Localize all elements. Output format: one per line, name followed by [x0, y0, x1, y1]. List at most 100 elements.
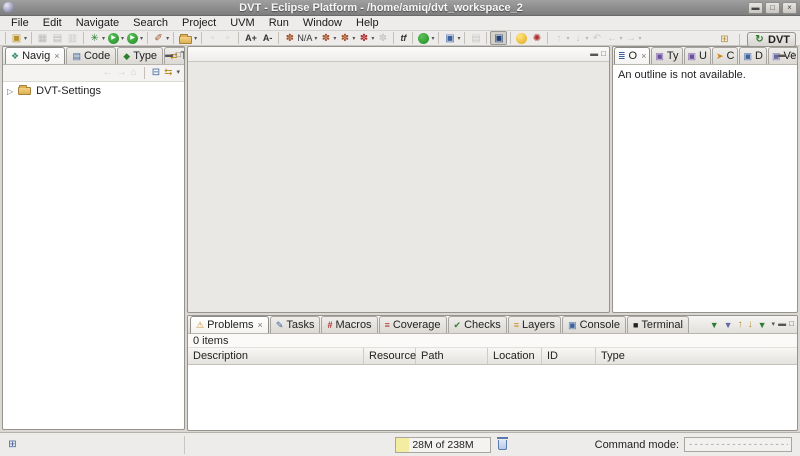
editor-area[interactable]: ▬ □: [187, 46, 610, 313]
last-edit-button[interactable]: ↶: [590, 31, 605, 45]
prev-annotation-button[interactable]: ↑ ▾: [551, 31, 570, 45]
menubar: File Edit Navigate Search Project UVM Ru…: [0, 16, 800, 31]
forward-history-button[interactable]: → ▾: [624, 31, 643, 45]
menu-run[interactable]: Run: [262, 16, 296, 30]
tab-tasks[interactable]: ✎ Tasks: [270, 316, 321, 333]
print-button[interactable]: ▥: [65, 31, 80, 45]
tab-navigator[interactable]: ❖ Navig ×: [5, 47, 65, 64]
command-mode-input[interactable]: [684, 437, 792, 452]
dvt-perspective-button[interactable]: ↻ DVT: [747, 32, 796, 47]
tab-code[interactable]: ▤ Code: [66, 47, 116, 64]
editor-panel-button[interactable]: ▣: [490, 31, 507, 45]
group-by-icon[interactable]: ▼: [710, 319, 719, 331]
view-menu-icon[interactable]: ▾: [771, 319, 775, 331]
up-nav-icon[interactable]: ⌂: [131, 67, 137, 79]
open-resource-button[interactable]: ▾: [177, 31, 198, 45]
close-icon[interactable]: ×: [54, 51, 59, 61]
menu-help[interactable]: Help: [349, 16, 386, 30]
new-button[interactable]: ▣ ▾: [9, 31, 28, 45]
open-perspective-button[interactable]: ⊞: [717, 33, 732, 47]
menu-file[interactable]: File: [4, 16, 36, 30]
uvm-phases-button[interactable]: ✽ ▾: [337, 31, 356, 45]
skip-all-breakpoints-button[interactable]: ▫: [205, 31, 220, 45]
types-icon: ▣: [655, 51, 664, 61]
help-support-button[interactable]: ✺: [529, 31, 544, 45]
paste-button[interactable]: ▤: [468, 31, 483, 45]
mark-occurrences-button[interactable]: ▫: [220, 31, 235, 45]
tab-label: Code: [84, 50, 110, 62]
debug-button[interactable]: ✳ ▾: [87, 31, 106, 45]
menu-uvm[interactable]: UVM: [223, 16, 261, 30]
tab-coverage[interactable]: ≡ Coverage: [379, 316, 447, 333]
run-coverage-button[interactable]: ▶ ▾: [125, 31, 144, 45]
back-history-button[interactable]: ← ▾: [605, 31, 624, 45]
column-id[interactable]: ID: [542, 348, 596, 364]
tab-problems[interactable]: ⚠ Problems ×: [190, 316, 269, 333]
close-icon[interactable]: ×: [258, 320, 263, 330]
save-button[interactable]: ▦: [35, 31, 50, 45]
tab-outline[interactable]: ≣ O ×: [614, 47, 650, 64]
menu-search[interactable]: Search: [126, 16, 175, 30]
fast-view-icon[interactable]: ⊞: [6, 438, 19, 451]
external-tools-button[interactable]: ✐ ▾: [151, 31, 170, 45]
view-menu-icon[interactable]: ▾: [176, 67, 180, 79]
view-maximize-button[interactable]: □: [176, 50, 181, 59]
tab-layers[interactable]: ≡ Layers: [508, 316, 561, 333]
toggle-tf-button[interactable]: tf: [397, 31, 409, 45]
window-maximize-button[interactable]: □: [765, 2, 780, 14]
next-match-icon[interactable]: ↓: [748, 319, 753, 331]
window-minimize-button[interactable]: ▬: [748, 2, 763, 14]
back-nav-icon[interactable]: ←: [103, 67, 113, 79]
tab-console[interactable]: ▣ Console: [562, 316, 626, 333]
console-window-button[interactable]: ▣ ▾: [442, 31, 461, 45]
view-minimize-button[interactable]: ▬: [778, 319, 786, 328]
tab-uvm-browser[interactable]: ▣ U: [684, 47, 711, 64]
column-type[interactable]: Type: [596, 348, 797, 364]
gc-trash-icon[interactable]: [498, 440, 507, 450]
view-maximize-button[interactable]: □: [789, 319, 794, 328]
tab-macros[interactable]: # Macros: [321, 316, 377, 333]
next-annotation-button[interactable]: ↓ ▾: [570, 31, 589, 45]
column-location[interactable]: Location: [488, 348, 542, 364]
run-button[interactable]: ▶ ▾: [106, 31, 125, 45]
export-log-icon[interactable]: ▼: [758, 319, 767, 331]
navigator-tabrow: ❖ Navig × ▤ Code ◆ Type ⇄ Trace ▬ □: [3, 47, 184, 65]
tab-checks[interactable]: ➤ C: [712, 47, 739, 64]
filter-icon[interactable]: ▼: [724, 319, 733, 331]
tab-type[interactable]: ◆ Type: [117, 47, 163, 64]
close-icon[interactable]: ×: [641, 51, 646, 61]
view-minimize-button[interactable]: ▬: [590, 49, 598, 58]
view-minimize-button[interactable]: ▬: [778, 50, 786, 59]
uvm-extra-button[interactable]: ✽: [375, 31, 390, 45]
forward-nav-icon[interactable]: →: [117, 67, 127, 79]
collapse-all-icon[interactable]: ⊟: [152, 67, 160, 79]
menu-window[interactable]: Window: [296, 16, 349, 30]
problems-table-body[interactable]: [188, 365, 797, 429]
window-close-button[interactable]: ×: [782, 2, 797, 14]
uvm-config-button[interactable]: ✽ N/A ▾: [282, 31, 318, 45]
column-path[interactable]: Path: [416, 348, 488, 364]
uvm-browse-button[interactable]: ✽ ▾: [318, 31, 337, 45]
save-all-button[interactable]: ▤: [50, 31, 65, 45]
menu-navigate[interactable]: Navigate: [69, 16, 126, 30]
tab-diagrams[interactable]: ▣ D: [739, 47, 766, 64]
prev-match-icon[interactable]: ↑: [738, 319, 743, 331]
column-description[interactable]: Description: [188, 348, 364, 364]
uvm-factory-button[interactable]: ✽ ▾: [356, 31, 375, 45]
font-decrease-button[interactable]: A-: [260, 31, 276, 45]
menu-project[interactable]: Project: [175, 16, 223, 30]
view-maximize-button[interactable]: □: [789, 50, 794, 59]
build-status-button[interactable]: ▾: [416, 31, 435, 45]
tab-terminal[interactable]: ■ Terminal: [627, 316, 689, 333]
expand-arrow-icon[interactable]: ▷: [7, 87, 13, 96]
view-minimize-button[interactable]: ▬: [165, 50, 173, 59]
tab-checks[interactable]: ✔ Checks: [448, 316, 507, 333]
menu-edit[interactable]: Edit: [36, 16, 69, 30]
reminder-button[interactable]: [514, 31, 529, 45]
tab-types[interactable]: ▣ Ty: [651, 47, 682, 64]
column-resource[interactable]: Resource: [364, 348, 416, 364]
view-maximize-button[interactable]: □: [601, 49, 606, 58]
tree-item-dvt-settings[interactable]: DVT-Settings: [36, 85, 101, 97]
link-editor-icon[interactable]: ⇆: [164, 67, 172, 79]
font-increase-button[interactable]: A+: [242, 31, 260, 45]
